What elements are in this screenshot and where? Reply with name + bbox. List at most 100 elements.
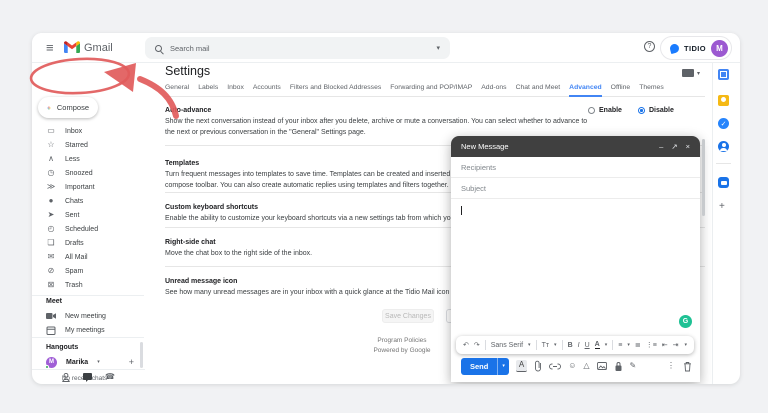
divider (32, 295, 144, 296)
addon-icon[interactable] (718, 177, 729, 188)
search-options-caret-icon[interactable]: ▾ (436, 44, 440, 52)
bold-button[interactable]: B (568, 342, 573, 349)
signature-pen-icon[interactable]: ✎ (630, 362, 637, 370)
radio-icon[interactable] (588, 107, 595, 114)
subject-placeholder: Subject (461, 183, 487, 193)
tab-labels[interactable]: Labels (198, 84, 218, 96)
sidebar-item-trash[interactable]: ⊠ Trash (32, 278, 144, 292)
align-button[interactable]: ≡ (618, 342, 622, 349)
font-select[interactable]: Sans Serif (491, 342, 523, 349)
sidebar-item-chats[interactable]: ● Chats (32, 194, 144, 208)
undo-button[interactable]: ↶ (463, 342, 469, 349)
sidebar-item-label: Spam (65, 267, 84, 275)
sidebar-item-label: Less (65, 155, 80, 163)
sidebar-item-starred[interactable]: ☆ Starred (32, 138, 144, 152)
close-icon[interactable]: × (686, 143, 690, 151)
more-formatting-caret-icon[interactable]: ▾ (684, 342, 687, 348)
subject-field[interactable]: Subject (451, 178, 700, 199)
sidebar-item-sent[interactable]: ➤ Sent (32, 208, 144, 222)
app-name: Gmail (84, 42, 113, 54)
tab-advanced[interactable]: Advanced (569, 84, 603, 97)
compose-header[interactable]: New Message – ↗ × (451, 136, 700, 157)
recipients-field[interactable]: Recipients (451, 157, 700, 178)
expand-icon[interactable]: ↗ (671, 143, 677, 151)
numbered-list-button[interactable]: ≣ (635, 342, 641, 349)
sidebar-item-snoozed[interactable]: ◷ Snoozed (32, 166, 144, 180)
more-options-icon[interactable]: ⋮ (667, 362, 675, 370)
user-avatar[interactable]: M (711, 39, 728, 57)
italic-button[interactable]: I (578, 342, 580, 349)
sidebar-item-less[interactable]: ∧ Less (32, 152, 144, 166)
gmail-logo-icon (64, 41, 80, 53)
insert-image-icon[interactable] (596, 362, 607, 370)
drive-icon[interactable]: △ (583, 362, 589, 370)
google-calendar-icon[interactable] (718, 69, 729, 80)
sidebar-item-my-meetings[interactable]: My meetings (32, 323, 144, 337)
text-color-button[interactable]: A (594, 341, 600, 349)
menu-icon[interactable]: ≡ (46, 40, 54, 55)
tab-themes[interactable]: Themes (639, 84, 664, 96)
formatting-options-button[interactable]: A (515, 360, 528, 372)
envelope-icon: ✉ (47, 252, 55, 261)
help-icon[interactable]: ? (644, 41, 655, 52)
discard-draft-trash-icon[interactable] (683, 361, 692, 372)
get-add-ons-button[interactable]: + (719, 201, 725, 212)
contacts-tab-icon[interactable] (62, 372, 70, 382)
tab-forwarding[interactable]: Forwarding and POP/IMAP (390, 84, 472, 96)
sidebar-item-all-mail[interactable]: ✉ All Mail (32, 250, 144, 264)
hangouts-user-row[interactable]: M Marika ▾ + (32, 355, 144, 369)
sidebar-item-scheduled[interactable]: ◴ Scheduled (32, 222, 144, 236)
tab-chat-and-meet[interactable]: Chat and Meet (516, 84, 561, 96)
tab-inbox[interactable]: Inbox (227, 84, 244, 96)
hangouts-scrollbar[interactable] (140, 342, 143, 368)
minimize-icon[interactable]: – (659, 143, 663, 151)
insert-link-icon[interactable] (549, 363, 562, 370)
sidebar-item-new-meeting[interactable]: New meeting (32, 309, 144, 323)
hangouts-tab-icon[interactable] (83, 372, 93, 382)
redo-button[interactable]: ↷ (474, 342, 480, 349)
sidebar-item-spam[interactable]: ⊘ Spam (32, 264, 144, 278)
text-size-button[interactable]: Tᴛ (542, 342, 549, 349)
enable-radio[interactable]: Enable (588, 107, 622, 114)
radio-selected-icon[interactable] (637, 107, 645, 114)
emoji-icon[interactable]: ☺ (568, 362, 576, 370)
bulleted-list-button[interactable]: ⋮≡ (646, 342, 657, 349)
settings-scrollbar[interactable] (702, 139, 705, 216)
sidebar-item-drafts[interactable]: ❏ Drafts (32, 236, 144, 250)
new-hangout-button[interactable]: + (129, 357, 134, 367)
indent-less-button[interactable]: ⇤ (662, 342, 668, 349)
tab-filters[interactable]: Filters and Blocked Addresses (290, 84, 381, 96)
message-body[interactable] (451, 200, 700, 330)
confidential-mode-icon[interactable] (614, 361, 623, 372)
compose-button[interactable]: Compose (38, 97, 98, 118)
grammarly-icon[interactable]: G (679, 315, 692, 328)
font-caret-icon[interactable]: ▾ (528, 342, 531, 348)
tab-general[interactable]: General (165, 84, 189, 96)
send-options-caret-icon[interactable]: ▾ (497, 357, 509, 375)
tidio-badge[interactable]: TIDIO M (660, 36, 732, 60)
indent-more-button[interactable]: ⇥ (673, 342, 679, 349)
sidebar-item-inbox[interactable]: ▭ Inbox (32, 124, 144, 138)
phone-tab-icon[interactable]: ☎ (105, 373, 115, 381)
tab-accounts[interactable]: Accounts (253, 84, 281, 96)
video-camera-icon (46, 313, 56, 319)
google-keep-icon[interactable] (718, 95, 729, 106)
google-contacts-icon[interactable] (718, 141, 729, 152)
disable-radio[interactable]: Disable (637, 107, 674, 114)
input-tools-button[interactable]: ▾ (682, 69, 700, 77)
attach-file-icon[interactable] (534, 360, 542, 372)
tidio-logo-icon (668, 42, 681, 54)
tab-offline[interactable]: Offline (611, 84, 631, 96)
size-caret-icon[interactable]: ▾ (554, 342, 557, 348)
send-button[interactable]: Send ▾ (461, 357, 509, 375)
search-input[interactable]: Search mail ▾ (145, 37, 450, 59)
color-caret-icon[interactable]: ▾ (605, 342, 608, 348)
tab-add-ons[interactable]: Add-ons (481, 84, 506, 96)
save-changes-button[interactable]: Save Changes (382, 309, 434, 323)
send-label[interactable]: Send (461, 358, 497, 375)
google-tasks-icon[interactable]: ✓ (718, 118, 729, 129)
hangouts-footer-bar: ☎ (32, 369, 145, 384)
sidebar-item-important[interactable]: ≫ Important (32, 180, 144, 194)
align-caret-icon[interactable]: ▾ (627, 342, 630, 348)
underline-button[interactable]: U (585, 342, 590, 349)
